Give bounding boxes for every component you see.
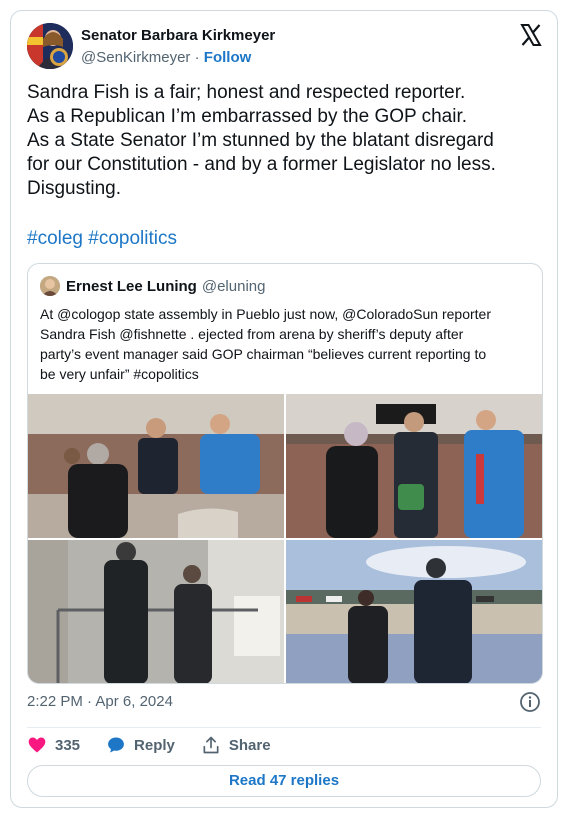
quoted-text: At @cologop state assembly in Pueblo jus… — [40, 304, 530, 384]
tweet-line: for our Constitution - and by a former L… — [27, 154, 496, 175]
tweet-line: As a Republican I’m embarrassed by the G… — [27, 106, 468, 127]
quoted-author-name[interactable]: Ernest Lee Luning — [66, 278, 197, 295]
photo-2[interactable] — [286, 394, 542, 538]
tweet-line: Sandra Fish is a fair; honest and respec… — [27, 82, 466, 103]
tweet-text: Sandra Fish is a fair; honest and respec… — [27, 81, 547, 201]
info-icon[interactable] — [519, 691, 541, 713]
like-count: 335 — [55, 736, 81, 754]
share-icon — [203, 736, 219, 754]
quoted-line: Sandra Fish @fishnette . ejected from ar… — [40, 326, 464, 342]
reply-bubble-icon — [108, 737, 124, 753]
author-handle-row: @SenKirkmeyer · Follow — [81, 48, 275, 68]
quoted-tweet[interactable]: Ernest Lee Luning @eluning At @cologop s… — [27, 263, 543, 684]
author-handle[interactable]: @SenKirkmeyer — [81, 49, 190, 66]
author-avatar[interactable] — [27, 23, 73, 69]
follow-button[interactable]: Follow — [204, 49, 252, 66]
tweet-time: 2:22 PM — [27, 693, 83, 710]
quoted-line: At @cologop state assembly in Pueblo jus… — [40, 306, 492, 322]
author-block: Senator Barbara Kirkmeyer @SenKirkmeyer … — [81, 27, 275, 68]
read-replies-button[interactable]: Read 47 replies — [27, 765, 541, 797]
photo-3[interactable] — [28, 540, 284, 683]
reply-button[interactable]: Reply — [106, 735, 175, 755]
action-bar: 335 Reply Share — [27, 735, 297, 755]
media-grid — [28, 394, 542, 683]
tweet-line: Disgusting. — [27, 178, 121, 199]
divider — [27, 727, 541, 728]
quoted-line: party’s event manager said GOP chairman … — [40, 346, 487, 362]
tweet-date: Apr 6, 2024 — [95, 693, 173, 710]
x-logo-icon[interactable] — [519, 23, 543, 47]
reply-label: Reply — [134, 736, 175, 754]
hashtags: #coleg #copolitics — [27, 227, 177, 251]
tweet-line: As a State Senator I’m stunned by the bl… — [27, 130, 494, 151]
hashtag-copolitics[interactable]: #copolitics — [88, 228, 177, 249]
timestamp[interactable]: 2:22 PM · Apr 6, 2024 — [27, 693, 173, 710]
photo-4[interactable] — [286, 540, 542, 683]
author-name[interactable]: Senator Barbara Kirkmeyer — [81, 27, 275, 45]
quoted-header: Ernest Lee Luning @eluning — [40, 276, 265, 296]
quoted-avatar[interactable] — [40, 276, 60, 296]
meta-separator: · — [87, 693, 93, 710]
share-label: Share — [228, 736, 271, 754]
quoted-line: be very unfair” #copolitics — [40, 366, 199, 382]
share-button[interactable]: Share — [201, 735, 271, 755]
tweet-card: Senator Barbara Kirkmeyer @SenKirkmeyer … — [10, 10, 558, 808]
like-button[interactable]: 335 — [27, 735, 80, 755]
heart-icon — [28, 737, 46, 753]
hashtag-coleg[interactable]: #coleg — [27, 228, 83, 249]
photo-1[interactable] — [28, 394, 284, 538]
quoted-author-handle[interactable]: @eluning — [202, 278, 266, 295]
handle-separator: · — [194, 49, 200, 66]
